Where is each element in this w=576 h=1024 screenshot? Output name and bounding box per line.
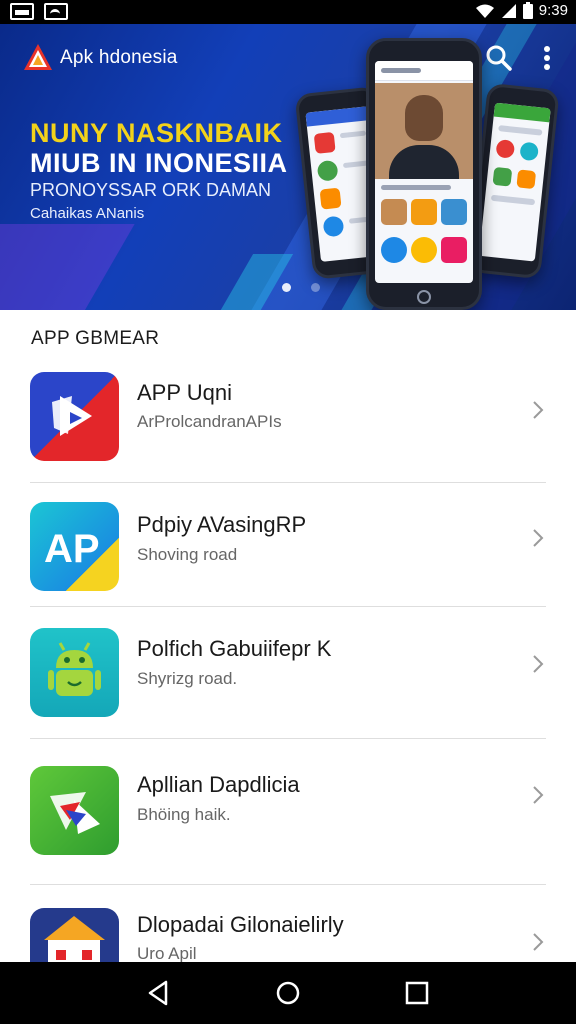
app-title: Pdpiy AVasingRP <box>137 512 307 537</box>
search-icon[interactable] <box>483 42 515 74</box>
app-subtitle: Shoving road <box>137 545 238 564</box>
list-item[interactable]: Apllian Dapdlicia Bhöing haik. <box>0 746 576 866</box>
banner-headline: NUNY NASKNBAIK <box>30 118 283 148</box>
app-subtitle: ArProlcandranAPIs <box>137 412 282 431</box>
svg-text:AP: AP <box>44 527 100 571</box>
brand-row: Apk hdonesia <box>22 42 178 74</box>
status-bar: 9:39 <box>0 0 576 24</box>
back-icon[interactable] <box>142 976 176 1010</box>
app-title: Apllian Dapdlicia <box>137 772 300 797</box>
more-options-icon[interactable] <box>531 42 563 74</box>
status-time: 9:39 <box>538 2 568 19</box>
brand-name: Apk hdonesia <box>60 47 178 68</box>
app-subtitle: Shyrizg road. <box>137 669 238 688</box>
app-title: APP Uqni <box>137 380 232 405</box>
battery-icon <box>522 2 533 19</box>
hero-banner[interactable]: Apk hdonesia NUNY NASKNBAIK MIUB IN INON… <box>0 24 576 310</box>
chevron-right-icon <box>533 529 544 547</box>
app-icon <box>30 628 119 717</box>
divider <box>30 606 546 607</box>
section-title: APP GBMEAR <box>31 328 160 349</box>
chevron-right-icon <box>533 933 544 951</box>
list-item[interactable]: APP Uqni ArProlcandranAPIs <box>0 360 576 480</box>
wifi-icon <box>475 4 494 18</box>
list-item[interactable]: AP Pdpiy AVasingRP Shoving road <box>0 490 576 610</box>
divider <box>30 482 546 483</box>
app-subtitle: Bhöing haik. <box>137 805 231 824</box>
chevron-right-icon <box>533 401 544 419</box>
app-title: Polfich Gabuiifepr K <box>137 636 332 661</box>
carousel-dot[interactable] <box>282 283 291 292</box>
app-logo-icon <box>24 44 52 70</box>
list-item[interactable]: Polfich Gabuiifepr K Shyrizg road. <box>0 614 576 734</box>
phone-mockup-center <box>366 38 482 310</box>
carousel-dot[interactable] <box>311 283 320 292</box>
app-title: Dlopadai Gilonaielirly <box>137 912 344 937</box>
banner-caption: Cahaikas ANanis <box>30 205 145 222</box>
android-robot-icon <box>48 642 101 696</box>
gallery-notification-icon <box>10 3 34 20</box>
signal-icon <box>501 3 516 18</box>
home-icon[interactable] <box>271 976 305 1010</box>
divider <box>30 884 546 885</box>
app-subtitle: Uro Apil <box>137 944 197 963</box>
app-icon <box>30 766 119 855</box>
app-icon <box>30 372 119 461</box>
divider <box>30 738 546 739</box>
carousel-indicator[interactable] <box>282 283 320 292</box>
app-icon: AP <box>30 502 119 591</box>
banner-subtitle: PRONOYSSAR ORK DAMAN <box>30 180 272 200</box>
recents-icon[interactable] <box>400 976 434 1010</box>
navigation-bar <box>0 962 576 1024</box>
banner-headline-2: MIUB IN INONESIIA <box>30 148 288 178</box>
chevron-right-icon <box>533 655 544 673</box>
chevron-right-icon <box>533 786 544 804</box>
android-notification-icon <box>44 3 68 20</box>
